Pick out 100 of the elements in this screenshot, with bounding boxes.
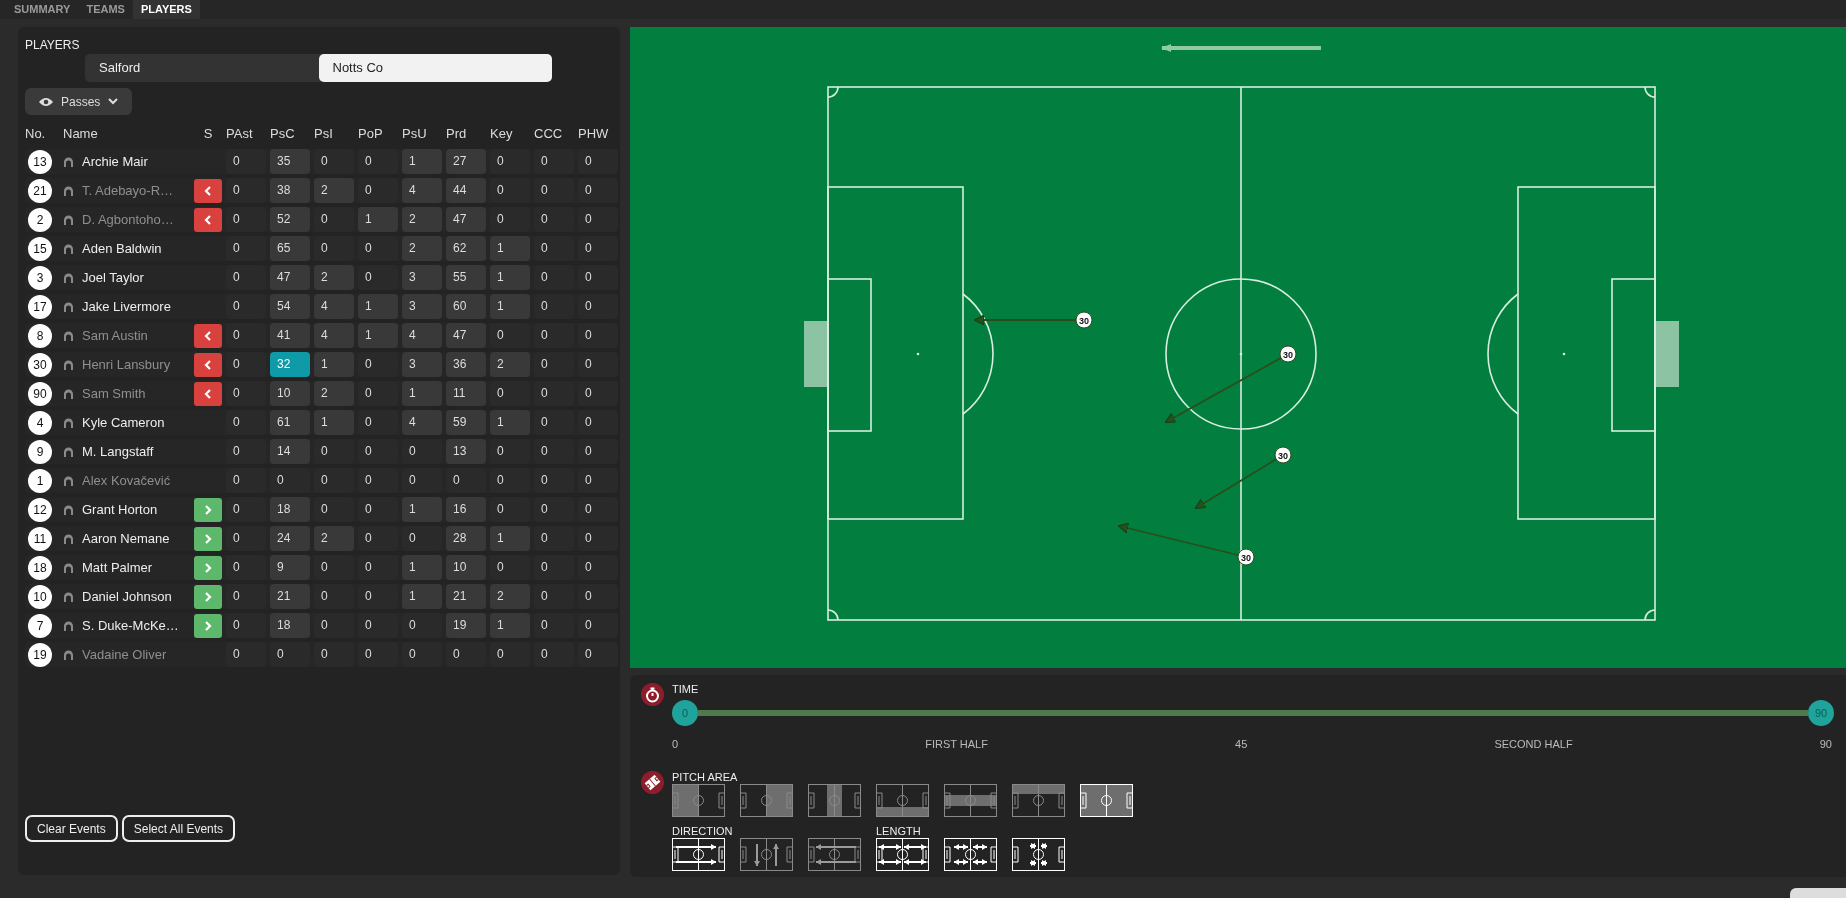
stat-cell[interactable]: 0 <box>314 207 354 232</box>
stat-cell[interactable]: 3 <box>402 265 442 290</box>
stat-cell[interactable]: 44 <box>446 178 486 203</box>
stat-cell[interactable]: 0 <box>578 526 618 551</box>
stat-cell[interactable]: 59 <box>446 410 486 435</box>
stat-cell[interactable]: 0 <box>490 149 530 174</box>
direction-option[interactable] <box>808 837 861 871</box>
stat-cell[interactable]: 0 <box>358 352 398 377</box>
stat-cell[interactable]: 62 <box>446 236 486 261</box>
stat-cell[interactable]: 1 <box>314 352 354 377</box>
stat-cell[interactable]: 0 <box>534 468 574 493</box>
stat-cell[interactable]: 1 <box>402 497 442 522</box>
stat-cell[interactable]: 55 <box>446 265 486 290</box>
stat-cell[interactable]: 2 <box>314 526 354 551</box>
stat-cell[interactable]: 2 <box>314 265 354 290</box>
stat-cell[interactable]: 1 <box>490 294 530 319</box>
stat-cell[interactable]: 4 <box>314 294 354 319</box>
substituted-on-button[interactable] <box>194 497 222 522</box>
length-option[interactable] <box>944 837 997 871</box>
stat-cell[interactable]: 1 <box>402 555 442 580</box>
stat-cell[interactable]: 0 <box>490 207 530 232</box>
stat-cell[interactable]: 0 <box>534 294 574 319</box>
stat-cell[interactable]: 1 <box>402 381 442 406</box>
stat-cell[interactable]: 1 <box>358 294 398 319</box>
stat-cell[interactable]: 0 <box>226 526 266 551</box>
stat-cell[interactable]: 0 <box>534 555 574 580</box>
substituted-off-button[interactable] <box>194 178 222 203</box>
stat-cell[interactable]: 0 <box>314 149 354 174</box>
substituted-on-button[interactable] <box>194 526 222 551</box>
stat-cell[interactable]: 27 <box>446 149 486 174</box>
tab[interactable]: PLAYERS <box>132 0 200 19</box>
stat-cell[interactable]: 21 <box>446 584 486 609</box>
stat-cell[interactable]: 0 <box>490 323 530 348</box>
stat-cell[interactable]: 0 <box>402 613 442 638</box>
stat-cell[interactable]: 0 <box>534 381 574 406</box>
stat-cell[interactable]: 0 <box>534 265 574 290</box>
team-option[interactable]: Notts Co <box>318 54 552 82</box>
stat-cell[interactable]: 0 <box>226 410 266 435</box>
stat-cell[interactable]: 0 <box>358 497 398 522</box>
tab[interactable]: SUMMARY <box>6 0 79 19</box>
stat-cell[interactable]: 0 <box>358 265 398 290</box>
stat-cell[interactable]: 0 <box>358 236 398 261</box>
stat-cell[interactable]: 0 <box>490 497 530 522</box>
stat-cell[interactable]: 2 <box>314 178 354 203</box>
substituted-off-button[interactable] <box>194 352 222 377</box>
stat-cell[interactable]: 0 <box>490 555 530 580</box>
stat-cell[interactable]: 19 <box>446 613 486 638</box>
stat-cell[interactable]: 0 <box>402 526 442 551</box>
stat-cell[interactable]: 0 <box>402 642 442 667</box>
stat-cell[interactable]: 0 <box>578 178 618 203</box>
stat-cell[interactable]: 0 <box>578 410 618 435</box>
direction-option[interactable] <box>740 837 793 871</box>
stat-cell[interactable]: 47 <box>446 323 486 348</box>
stat-cell[interactable]: 0 <box>358 410 398 435</box>
substituted-off-button[interactable] <box>194 323 222 348</box>
substituted-on-button[interactable] <box>194 584 222 609</box>
select-all-button[interactable]: Select All Events <box>121 815 236 842</box>
stat-cell[interactable]: 0 <box>226 468 266 493</box>
stat-cell[interactable]: 28 <box>446 526 486 551</box>
stat-cell[interactable]: 0 <box>534 584 574 609</box>
stat-cell[interactable]: 0 <box>534 642 574 667</box>
stat-cell[interactable]: 2 <box>402 207 442 232</box>
stat-cell[interactable]: 0 <box>358 613 398 638</box>
stat-cell[interactable]: 0 <box>490 439 530 464</box>
stat-cell[interactable]: 0 <box>578 468 618 493</box>
stat-cell[interactable]: 0 <box>578 439 618 464</box>
stat-cell[interactable]: 0 <box>358 178 398 203</box>
length-option[interactable] <box>876 837 929 871</box>
stat-cell[interactable]: 1 <box>358 323 398 348</box>
stat-cell[interactable]: 1 <box>314 410 354 435</box>
stat-cell[interactable]: 0 <box>578 613 618 638</box>
stat-cell[interactable]: 0 <box>226 294 266 319</box>
stat-cell[interactable]: 1 <box>490 410 530 435</box>
stat-cell[interactable]: 3 <box>402 294 442 319</box>
stat-cell[interactable]: 0 <box>226 555 266 580</box>
stat-cell[interactable]: 10 <box>446 555 486 580</box>
stat-cell[interactable]: 0 <box>226 642 266 667</box>
stat-cell[interactable]: 54 <box>270 294 310 319</box>
stat-cell[interactable]: 0 <box>358 381 398 406</box>
stat-cell[interactable]: 1 <box>490 526 530 551</box>
substituted-off-button[interactable] <box>194 207 222 232</box>
stat-cell[interactable]: 0 <box>534 236 574 261</box>
stat-cell[interactable]: 0 <box>226 265 266 290</box>
stat-cell[interactable]: 0 <box>314 439 354 464</box>
stat-cell[interactable]: 16 <box>446 497 486 522</box>
stat-cell[interactable]: 38 <box>270 178 310 203</box>
stat-cell[interactable]: 0 <box>534 178 574 203</box>
stat-cell[interactable]: 0 <box>534 149 574 174</box>
stat-cell[interactable]: 47 <box>446 207 486 232</box>
stat-cell[interactable]: 0 <box>314 468 354 493</box>
stat-cell[interactable]: 0 <box>490 178 530 203</box>
tab[interactable]: TEAMS <box>78 0 133 19</box>
stat-cell[interactable]: 0 <box>226 613 266 638</box>
stat-cell[interactable]: 0 <box>226 178 266 203</box>
stat-cell[interactable]: 52 <box>270 207 310 232</box>
stat-cell[interactable]: 0 <box>534 352 574 377</box>
stat-cell[interactable]: 0 <box>314 555 354 580</box>
stat-cell[interactable]: 0 <box>358 642 398 667</box>
stat-cell[interactable]: 0 <box>226 381 266 406</box>
stat-cell[interactable]: 0 <box>578 352 618 377</box>
